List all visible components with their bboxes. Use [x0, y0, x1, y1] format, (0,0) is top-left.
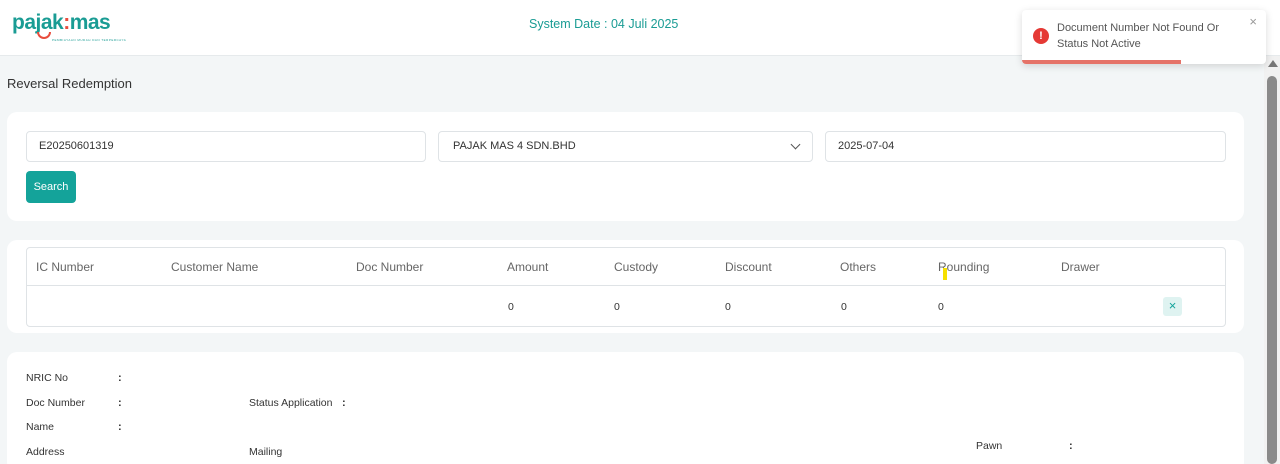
- column-header-doc-number: Doc Number: [356, 260, 424, 274]
- nric-colon: :: [118, 372, 122, 384]
- date-input[interactable]: 2025-07-04: [825, 131, 1226, 162]
- column-header-others: Others: [840, 260, 877, 274]
- close-icon: ×: [1168, 298, 1177, 313]
- status-application-label: Status Application: [249, 397, 333, 409]
- search-button[interactable]: Search: [26, 171, 76, 203]
- pajakmas-logo[interactable]: pajak:mas PEMBIAYAAN MUDAH DAN TERPERCAY…: [12, 11, 126, 42]
- cell-amount: 0: [508, 301, 514, 313]
- pawn-colon: :: [1069, 440, 1073, 452]
- logo-tagline: PEMBIAYAAN MUDAH DAN TERPERCAYA: [52, 38, 127, 42]
- doc-number-colon: :: [118, 397, 122, 409]
- pawn-label: Pawn: [976, 440, 1003, 452]
- logo-smile-mark: [37, 32, 51, 39]
- nric-label: NRIC No: [26, 372, 69, 384]
- status-application-colon: :: [342, 397, 346, 409]
- cell-custody: 0: [614, 301, 620, 313]
- mailing-label: Mailing: [249, 446, 283, 458]
- cell-others: 0: [841, 301, 847, 313]
- error-toast: ! Document Number Not Found Or Status No…: [1022, 10, 1266, 64]
- cell-rounding: 0: [938, 301, 944, 313]
- text-cursor-marker: [943, 268, 947, 280]
- column-header-customer-name: Customer Name: [171, 260, 259, 274]
- company-select-value: PAJAK MAS 4 SDN.BHD: [453, 140, 576, 152]
- address-label: Address: [26, 446, 65, 458]
- error-icon: !: [1033, 28, 1049, 44]
- chevron-down-icon: [790, 139, 801, 150]
- toast-progress-bar: [1022, 60, 1181, 64]
- toast-message: Document Number Not Found Or Status Not …: [1057, 22, 1220, 50]
- doc-number-input[interactable]: E20250601319: [26, 131, 426, 162]
- search-panel: E20250601319 PAJAK MAS 4 SDN.BHD 2025-07…: [7, 112, 1244, 221]
- column-header-discount: Discount: [725, 260, 772, 274]
- scroll-up-arrow-icon[interactable]: [1268, 60, 1278, 67]
- system-date: System Date : 04 Juli 2025: [529, 17, 679, 31]
- details-panel: NRIC No : Doc Number : Status Applicatio…: [7, 352, 1244, 464]
- page-title: Reversal Redemption: [7, 76, 133, 91]
- remove-row-button[interactable]: ×: [1163, 297, 1182, 316]
- scroll-thumb[interactable]: [1267, 76, 1277, 464]
- column-header-ic-number: IC Number: [36, 260, 95, 274]
- name-colon: :: [118, 421, 122, 433]
- results-table: IC Number Customer Name Doc Number Amoun…: [26, 247, 1226, 327]
- toast-close-button[interactable]: ×: [1249, 14, 1257, 29]
- table-header: IC Number Customer Name Doc Number Amoun…: [27, 248, 1225, 286]
- cell-discount: 0: [725, 301, 731, 313]
- column-header-amount: Amount: [507, 260, 549, 274]
- company-select[interactable]: PAJAK MAS 4 SDN.BHD: [438, 131, 813, 162]
- doc-number-label: Doc Number: [26, 397, 85, 409]
- page-scrollbar[interactable]: [1264, 56, 1280, 464]
- column-header-drawer: Drawer: [1061, 260, 1100, 274]
- name-label: Name: [26, 421, 55, 433]
- results-panel: IC Number Customer Name Doc Number Amoun…: [7, 240, 1244, 333]
- column-header-custody: Custody: [614, 260, 659, 274]
